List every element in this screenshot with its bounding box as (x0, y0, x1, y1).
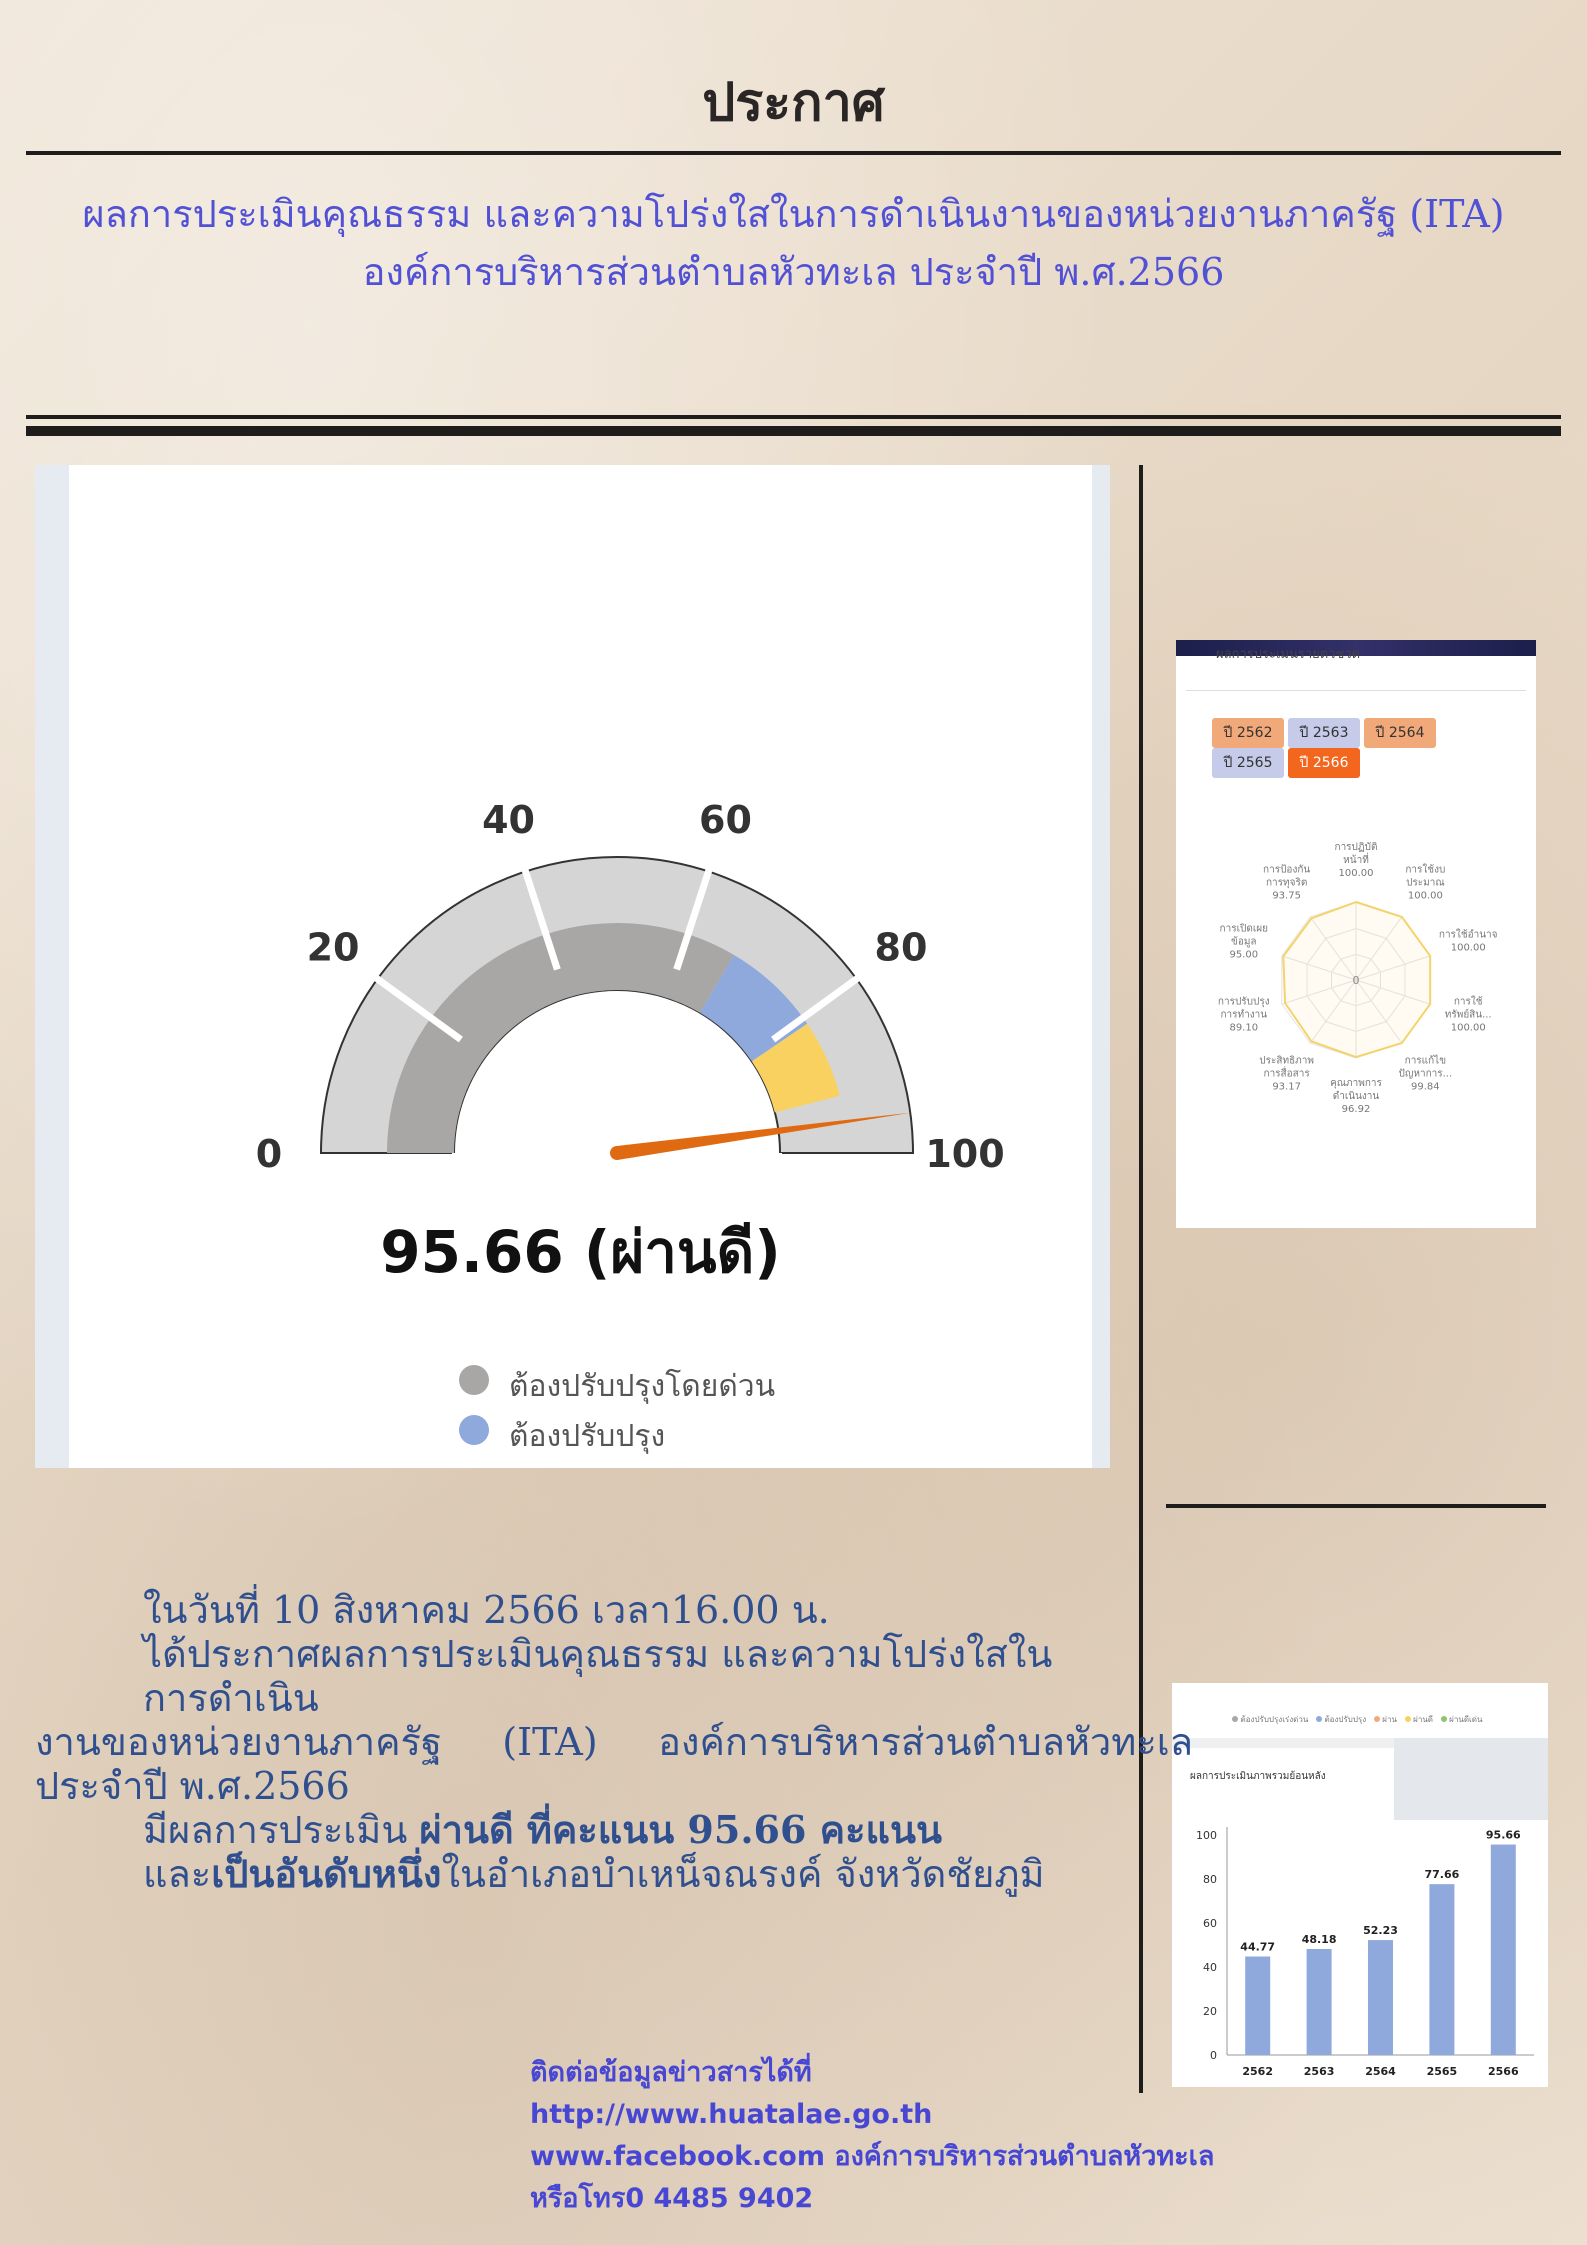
bar-2566 (1490, 1844, 1516, 2055)
announcement-body: ในวันที่ 10 สิงหาคม 2566 เวลา16.00 น. ได… (35, 1588, 1193, 1897)
contact-heading: ติดต่อข้อมูลข่าวสารได้ที่ (530, 2057, 812, 2088)
bar-value-label-2566: 95.66 (1486, 1829, 1521, 1842)
radar-axis-label-4: การแก้ไข (1405, 1054, 1446, 1066)
body-line-6: และเป็นอันดับหนึ่งในอำเภอบำเหน็จณรงค์ จั… (143, 1851, 1045, 1897)
radar-axis-label-3: ทรัพย์สิน... (1445, 1008, 1492, 1020)
subtitle-line-1: ผลการประเมินคุณธรรม และความโปร่งใสในการด… (82, 192, 1505, 236)
bar-2563 (1306, 1949, 1332, 2055)
gauge-tick-label-100: 100 (925, 1132, 1004, 1176)
facebook-link[interactable]: www.facebook.com องค์การบริหารส่วนตำบลหั… (530, 2136, 1214, 2178)
radar-axis-label-6: 93.17 (1272, 1081, 1301, 1092)
side-divider (1166, 1504, 1546, 1508)
radar-axis-label-7: 89.10 (1229, 1022, 1258, 1033)
vertical-divider (1139, 465, 1143, 2093)
contact-block: ติดต่อข้อมูลข่าวสารได้ที่ http://www.hua… (530, 2052, 1214, 2220)
bar-ytick-label-80: 80 (1203, 1873, 1217, 1886)
website-link[interactable]: http://www.huatalae.go.th (530, 2094, 1214, 2136)
rank-highlight: เป็นอันดับหนึ่ง (211, 1851, 442, 1896)
bar-2562 (1245, 1956, 1271, 2055)
history-bar-chart: 02040608010044.77256248.18256352.2325647… (1196, 1827, 1534, 2078)
radar-axis-label-3: 100.00 (1451, 1022, 1486, 1033)
page-title: ประกาศ (702, 72, 885, 133)
bar-value-label-2564: 52.23 (1363, 1924, 1398, 1937)
radar-axis-label-0: 100.00 (1339, 868, 1374, 879)
radar-axis-label-4: 99.84 (1411, 1081, 1440, 1092)
radar-axis-label-8: ข้อมูล (1231, 936, 1257, 948)
bar-value-label-2565: 77.66 (1425, 1868, 1460, 1881)
radar-center-label: 0 (1353, 974, 1360, 987)
radar-axis-label-2: การใช้อำนาจ (1439, 929, 1498, 941)
radar-axis-label-5: คุณภาพการ (1330, 1078, 1382, 1089)
radar-axis-label-5: 96.92 (1342, 1104, 1371, 1115)
bar-value-label-2563: 48.18 (1302, 1933, 1337, 1946)
radar-axis-label-3: การใช้ (1454, 995, 1483, 1007)
radar-axis-label-8: การเปิดเผย (1220, 924, 1268, 935)
bar-value-label-2562: 44.77 (1240, 1941, 1275, 1954)
bar-category-label-2564: 2564 (1365, 2065, 1396, 2078)
legend-label-urgent: ต้องปรับปรุงโดยด่วน (509, 1369, 776, 1404)
gauge-score-text: 95.66 (ผ่านดี) (380, 1218, 781, 1286)
history-bar-panel: ต้องปรับปรุงเร่งด่วน ต้องปรับปรุง ผ่าน ผ… (1172, 1683, 1548, 2087)
gauge-tick-label-80: 80 (875, 926, 928, 970)
gauge-tick-label-60: 60 (699, 798, 752, 842)
bar-ytick-label-20: 20 (1203, 2005, 1217, 2018)
body-line-4: ประจำปี พ.ศ.2566 (35, 1764, 350, 1808)
radar-axis-label-1: 100.00 (1408, 891, 1443, 902)
radar-axis-label-0: หน้าที่ (1343, 852, 1369, 866)
score-gauge: 0 20 40 60 80 100 (256, 798, 1005, 1176)
radar-axis-label-6: การสื่อสาร (1264, 1065, 1311, 1079)
radar-axis-label-7: การทำงาน (1220, 1009, 1267, 1020)
result-highlight: ผ่านดี ที่คะแนน 95.66 คะแนน (419, 1807, 942, 1852)
double-divider-thin (26, 415, 1561, 419)
radar-axis-label-7: การปรับปรุง (1218, 996, 1270, 1007)
legend-dot-icon (459, 1365, 489, 1395)
subtitle-line-2: องค์การบริหารส่วนตำบลหัวทะเล ประจำปี พ.ศ… (362, 250, 1225, 294)
indicator-radar-chart: 0 การปฏิบัติหน้าที่ 100.00 การใช้งบประมาณ 10… (1218, 842, 1498, 1115)
bar-2565 (1429, 1884, 1455, 2055)
radar-axis-label-4: ปัญหาการ... (1399, 1068, 1453, 1079)
bar-category-label-2563: 2563 (1304, 2065, 1335, 2078)
body-line-1: ในวันที่ 10 สิงหาคม 2566 เวลา16.00 น. (143, 1588, 830, 1632)
radar-axis-label-1: การใช้งบ (1405, 864, 1445, 876)
gauge-panel: 0 20 40 60 80 100 95.66 (ผ่านดี) ต้องปรับปรุง… (35, 465, 1110, 1468)
bar-category-label-2566: 2566 (1488, 2065, 1519, 2078)
gauge-tick-label-40: 40 (482, 798, 535, 842)
radar-axis-label-1: ประมาณ (1406, 878, 1445, 889)
radar-axis-label-2: 100.00 (1451, 943, 1486, 954)
bar-ytick-label-100: 100 (1196, 1829, 1217, 1842)
bar-ytick-label-40: 40 (1203, 1961, 1217, 1974)
double-divider-thick (26, 426, 1561, 436)
top-divider (26, 151, 1561, 155)
bar-category-label-2562: 2562 (1242, 2065, 1273, 2078)
legend-label-improve: ต้องปรับปรุง (509, 1419, 666, 1454)
body-line-5: มีผลการประเมิน ผ่านดี ที่คะแนน 95.66 คะแ… (143, 1807, 942, 1853)
gauge-tick-label-0: 0 (256, 1132, 282, 1176)
gauge-needle-hub (610, 1146, 624, 1160)
bar-2564 (1368, 1940, 1393, 2055)
radar-axis-label-9: การทุจริต (1266, 878, 1307, 889)
gauge-tick-label-20: 20 (307, 926, 360, 970)
radar-panel: ผลการประเมินรายตัวชี้วัด ปี 2562 ปี 2563… (1176, 640, 1536, 1228)
radar-axis-label-9: 93.75 (1272, 891, 1301, 902)
body-line-3: งานของหน่วยงานภาครัฐ (ITA) องค์การบริหาร… (35, 1720, 1193, 1764)
radar-axis-label-6: ประสิทธิภาพ (1259, 1055, 1314, 1066)
phone-number: หรือโทร0 4485 9402 (530, 2183, 814, 2214)
radar-axis-label-0: การปฏิบัติ (1335, 842, 1378, 853)
body-line-2: ได้ประกาศผลการประเมินคุณธรรม และความโปร่… (143, 1632, 1053, 1720)
radar-axis-label-8: 95.00 (1229, 950, 1258, 961)
bar-ytick-label-60: 60 (1203, 1917, 1217, 1930)
legend-dot-icon (459, 1415, 489, 1445)
radar-axis-label-5: ดำเนินงาน (1333, 1091, 1380, 1102)
radar-axis-label-9: การป้องกัน (1263, 864, 1310, 876)
bar-category-label-2565: 2565 (1427, 2065, 1458, 2078)
